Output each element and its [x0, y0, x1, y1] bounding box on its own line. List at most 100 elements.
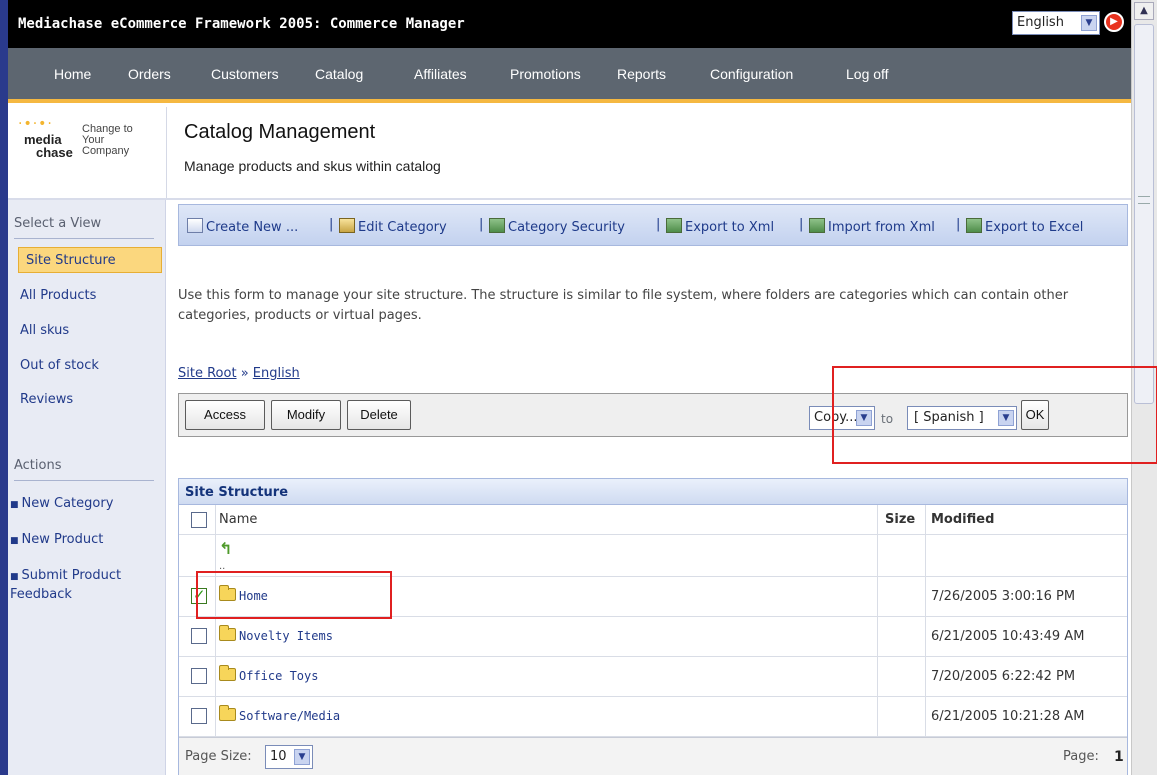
- page-subtitle: Manage products and skus within catalog: [184, 158, 441, 174]
- logo-text-chase: chase: [36, 145, 73, 160]
- breadcrumb-separator: »: [240, 366, 249, 381]
- parent-folder-cell[interactable]: ↰ ..: [219, 539, 232, 573]
- table-row[interactable]: Software/Media 6/21/2005 10:21:28 AM: [179, 697, 1127, 737]
- title-bar: Mediachase eCommerce Framework 2005: Com…: [8, 0, 1131, 48]
- table-row[interactable]: Office Toys 7/20/2005 6:22:42 PM: [179, 657, 1127, 697]
- row-checkbox[interactable]: [191, 668, 207, 684]
- delete-button[interactable]: Delete: [347, 400, 411, 430]
- sidebar-item-all-products[interactable]: All Products: [20, 288, 96, 303]
- sidebar-divider: [14, 238, 154, 239]
- sidebar-item-out-of-stock[interactable]: Out of stock: [20, 358, 99, 373]
- edit-icon: [339, 218, 355, 233]
- copy-to-label: to: [881, 412, 894, 426]
- row-modified-cell: 6/21/2005 10:43:49 AM: [931, 629, 1085, 644]
- page-number[interactable]: 1: [1114, 749, 1124, 765]
- edit-category-button[interactable]: Edit Category: [339, 218, 447, 235]
- nav-promotions[interactable]: Promotions: [510, 66, 581, 82]
- access-button[interactable]: Access: [185, 400, 265, 430]
- action-submit-feedback-label: Submit Product Feedback: [10, 568, 122, 602]
- sidebar-actions-heading: Actions: [14, 458, 62, 473]
- copy-action-select[interactable]: Copy... ▼: [809, 406, 875, 430]
- nav-log-off[interactable]: Log off: [846, 66, 889, 82]
- row-name-cell[interactable]: Software/Media: [219, 705, 340, 724]
- toolbar: Create New ... | Edit Category | Categor…: [178, 204, 1128, 246]
- category-security-button[interactable]: Category Security: [489, 218, 625, 235]
- export-excel-label: Export to Excel: [985, 220, 1084, 235]
- page-size-select[interactable]: 10 ▼: [265, 745, 313, 769]
- export-excel-button[interactable]: Export to Excel: [966, 218, 1083, 235]
- select-all-checkbox[interactable]: [191, 512, 207, 528]
- nav-customers[interactable]: Customers: [211, 66, 279, 82]
- action-new-product-label: New Product: [21, 532, 104, 547]
- bullet-icon: ■: [10, 572, 19, 582]
- scroll-up-arrow-icon[interactable]: ▲: [1134, 2, 1154, 20]
- table-row-parent[interactable]: ↰ ..: [179, 535, 1127, 577]
- breadcrumb-current[interactable]: English: [253, 366, 300, 381]
- go-arrow-icon[interactable]: ▶: [1104, 12, 1124, 32]
- action-new-category[interactable]: ■ New Category: [10, 495, 113, 514]
- language-select-value: English: [1017, 15, 1064, 30]
- app-title: Mediachase eCommerce Framework 2005: Com…: [18, 16, 465, 32]
- column-header-name[interactable]: Name: [219, 512, 257, 527]
- window-frame-left: [0, 0, 8, 775]
- row-name-link[interactable]: Novelty Items: [239, 629, 333, 643]
- nav-affiliates[interactable]: Affiliates: [414, 66, 467, 82]
- grid-header: Site Structure: [179, 479, 1127, 505]
- row-name-cell[interactable]: Novelty Items: [219, 625, 333, 644]
- row-name-cell[interactable]: Office Toys: [219, 665, 318, 684]
- breadcrumb: Site Root » English: [178, 366, 300, 381]
- import-xml-button[interactable]: Import from Xml: [809, 218, 935, 235]
- sidebar: [8, 200, 166, 775]
- sidebar-item-all-skus[interactable]: All skus: [20, 323, 69, 338]
- main-nav: Home Orders Customers Catalog Affiliates…: [8, 48, 1131, 103]
- target-language-select[interactable]: [ Spanish ] ▼: [907, 406, 1017, 430]
- ok-button[interactable]: OK: [1021, 400, 1049, 430]
- column-header-size[interactable]: Size: [885, 512, 915, 527]
- sidebar-view-heading: Select a View: [14, 216, 102, 231]
- row-name-link[interactable]: Software/Media: [239, 709, 340, 723]
- table-row[interactable]: Novelty Items 6/21/2005 10:43:49 AM: [179, 617, 1127, 657]
- table-row[interactable]: ✓ Home 7/26/2005 3:00:16 PM: [179, 577, 1127, 617]
- action-submit-feedback[interactable]: ■ Submit Product Feedback: [10, 567, 150, 603]
- nav-reports[interactable]: Reports: [617, 66, 666, 82]
- folder-icon: [219, 705, 236, 721]
- row-name-link[interactable]: Home: [239, 589, 268, 603]
- modify-button[interactable]: Modify: [271, 400, 341, 430]
- sidebar-item-reviews[interactable]: Reviews: [20, 392, 73, 407]
- grid-pager: Page Size: 10 ▼ Page: 1: [179, 737, 1127, 775]
- column-divider: [215, 505, 216, 737]
- folder-icon: [219, 585, 236, 601]
- action-new-category-label: New Category: [21, 496, 114, 511]
- export-xml-button[interactable]: Export to Xml: [666, 218, 774, 235]
- column-header-modified[interactable]: Modified: [931, 512, 994, 527]
- nav-catalog[interactable]: Catalog: [315, 66, 363, 82]
- nav-orders[interactable]: Orders: [128, 66, 171, 82]
- grid-title: Site Structure: [185, 485, 289, 500]
- logo-dots-icon: ·•·•·: [18, 116, 53, 132]
- chevron-down-icon: ▼: [294, 749, 310, 765]
- nav-home[interactable]: Home: [54, 66, 91, 82]
- row-checkbox[interactable]: [191, 628, 207, 644]
- nav-configuration[interactable]: Configuration: [710, 66, 793, 82]
- sidebar-item-site-structure[interactable]: Site Structure: [26, 253, 116, 268]
- page-size-label: Page Size:: [185, 749, 252, 764]
- language-select[interactable]: English ▼: [1012, 11, 1100, 35]
- toolbar-separator: |: [329, 217, 334, 232]
- excel-icon: [966, 218, 982, 233]
- action-new-product[interactable]: ■ New Product: [10, 531, 103, 550]
- row-checkbox-checked[interactable]: ✓: [191, 586, 207, 604]
- row-name-cell[interactable]: Home: [219, 585, 268, 604]
- breadcrumb-site-root[interactable]: Site Root: [178, 366, 237, 381]
- row-modified-cell: 7/26/2005 3:00:16 PM: [931, 589, 1076, 604]
- grid-column-header-row: Name Size Modified: [179, 505, 1127, 535]
- copy-action-value: Copy...: [814, 410, 858, 425]
- scrollbar-grip-icon: [1138, 196, 1150, 204]
- toolbar-separator: |: [799, 217, 804, 232]
- logo-tagline-line: Company: [82, 145, 130, 157]
- row-checkbox[interactable]: [191, 708, 207, 724]
- scrollbar-thumb[interactable]: [1134, 24, 1154, 404]
- create-new-button[interactable]: Create New ...: [187, 218, 298, 235]
- row-name-link[interactable]: Office Toys: [239, 669, 318, 683]
- chevron-down-icon: ▼: [998, 410, 1014, 426]
- import-xml-label: Import from Xml: [828, 220, 935, 235]
